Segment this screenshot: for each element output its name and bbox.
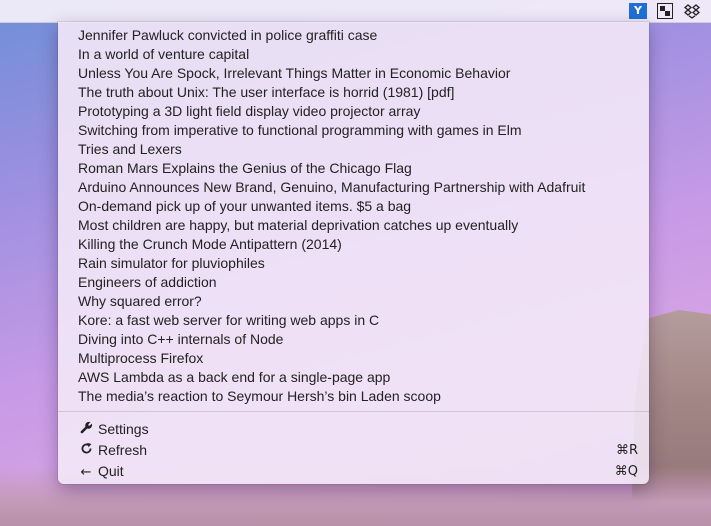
refresh-icon: [78, 441, 94, 462]
story-item[interactable]: Multiprocess Firefox: [58, 349, 649, 368]
story-item[interactable]: Kore: a fast web server for writing web …: [58, 311, 649, 330]
refresh-shortcut: ⌘R: [615, 443, 638, 458]
settings-menu-item[interactable]: Settings: [58, 419, 649, 440]
dropbox-icon[interactable]: [683, 3, 701, 19]
story-item[interactable]: Prototyping a 3D light field display vid…: [58, 102, 649, 121]
story-item[interactable]: The media’s reaction to Seymour Hersh’s …: [58, 387, 649, 406]
menu-actions: Settings Refresh ⌘R ← Quit ⌘Q: [58, 419, 649, 482]
story-item[interactable]: Most children are happy, but material de…: [58, 216, 649, 235]
story-item[interactable]: Jennifer Pawluck convicted in police gra…: [58, 26, 649, 45]
menu-bar: Y: [0, 0, 711, 23]
story-item[interactable]: Why squared error?: [58, 292, 649, 311]
story-item[interactable]: In a world of venture capital: [58, 45, 649, 64]
story-item[interactable]: Diving into C++ internals of Node: [58, 330, 649, 349]
story-item[interactable]: The truth about Unix: The user interface…: [58, 83, 649, 102]
wrench-icon: [78, 420, 94, 441]
story-item[interactable]: Roman Mars Explains the Genius of the Ch…: [58, 159, 649, 178]
story-item[interactable]: Killing the Crunch Mode Antipattern (201…: [58, 235, 649, 254]
story-item[interactable]: Unless You Are Spock, Irrelevant Things …: [58, 64, 649, 83]
grid-icon[interactable]: [657, 3, 673, 19]
hacker-news-dropdown-menu: Jennifer Pawluck convicted in police gra…: [58, 22, 649, 484]
story-item[interactable]: Engineers of addiction: [58, 273, 649, 292]
story-item[interactable]: Switching from imperative to functional …: [58, 121, 649, 140]
story-item[interactable]: Arduino Announces New Brand, Genuino, Ma…: [58, 178, 649, 197]
settings-label: Settings: [98, 421, 149, 437]
story-list: Jennifer Pawluck convicted in police gra…: [58, 26, 649, 406]
story-item[interactable]: On-demand pick up of your unwanted items…: [58, 197, 649, 216]
quit-label: Quit: [98, 463, 124, 479]
story-item[interactable]: Rain simulator for pluviophiles: [58, 254, 649, 273]
refresh-menu-item[interactable]: Refresh ⌘R: [58, 440, 649, 461]
story-item[interactable]: AWS Lambda as a back end for a single-pa…: [58, 368, 649, 387]
story-item[interactable]: Tries and Lexers: [58, 140, 649, 159]
arrow-left-icon: ←: [80, 465, 92, 480]
menu-separator: [58, 411, 649, 412]
quit-shortcut: ⌘Q: [614, 464, 638, 479]
refresh-label: Refresh: [98, 442, 148, 458]
hacker-news-icon[interactable]: Y: [629, 3, 647, 19]
quit-menu-item[interactable]: ← Quit ⌘Q: [58, 461, 649, 482]
